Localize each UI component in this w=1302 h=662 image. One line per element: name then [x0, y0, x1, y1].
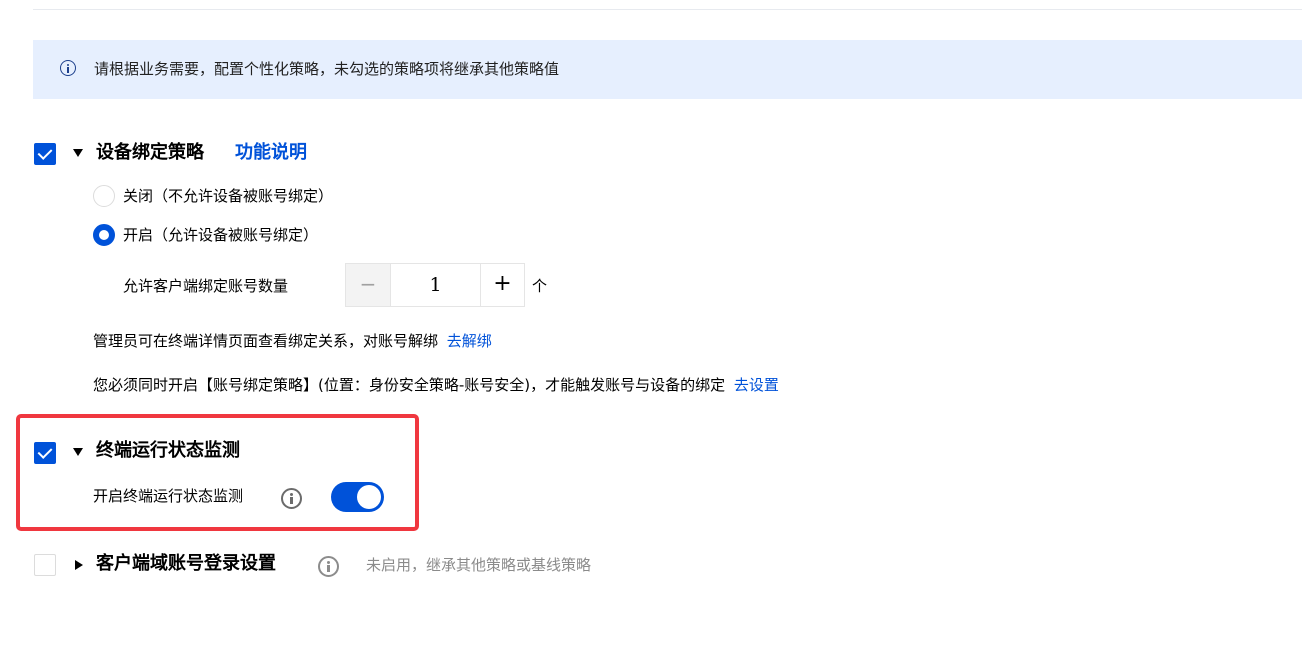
info-outline-icon [60, 60, 76, 76]
info-icon[interactable] [318, 556, 339, 577]
feature-help-link[interactable]: 功能说明 [235, 141, 307, 165]
admin-note-text: 管理员可在终端详情页面查看绑定关系，对账号解绑 [93, 332, 439, 350]
domain-login-title: 客户端域账号登录设置 [96, 553, 276, 574]
top-divider [33, 9, 1302, 10]
highlight-box [16, 414, 419, 531]
terminal-monitor-checkbox[interactable] [34, 442, 56, 464]
binding-count-label: 允许客户端绑定账号数量 [123, 277, 289, 295]
binding-count-stepper: − 1 + [345, 263, 525, 307]
unbind-link[interactable]: 去解绑 [447, 332, 492, 350]
binding-count-unit: 个 [532, 277, 548, 295]
stepper-plus-button[interactable]: + [480, 264, 524, 306]
admin-unbind-note: 管理员可在终端详情页面查看绑定关系，对账号解绑 去解绑 [93, 331, 492, 351]
domain-login-status: 未启用，继承其他策略或基线策略 [366, 556, 592, 574]
radio-binding-on-label[interactable]: 开启（允许设备被账号绑定） [123, 225, 318, 245]
caret-down-icon[interactable] [73, 448, 83, 456]
device-binding-title: 设备绑定策略 [96, 142, 204, 163]
caret-down-icon[interactable] [73, 149, 83, 157]
caret-right-icon[interactable] [75, 560, 83, 570]
toggle-knob [357, 485, 381, 509]
domain-login-checkbox[interactable] [34, 554, 56, 576]
banner-text: 请根据业务需要，配置个性化策略，未勾选的策略项将继承其他策略值 [94, 60, 560, 78]
require-note-text: 您必须同时开启【账号绑定策略】(位置：身份安全策略-账号安全)，才能触发账号与设… [93, 376, 726, 394]
info-icon[interactable] [281, 488, 302, 509]
stepper-value-input[interactable]: 1 [391, 264, 480, 306]
stepper-minus-button[interactable]: − [346, 264, 391, 306]
radio-binding-on[interactable] [93, 224, 115, 246]
terminal-monitor-toggle[interactable] [331, 482, 384, 512]
device-binding-checkbox[interactable] [34, 143, 56, 165]
radio-binding-off-label[interactable]: 关闭（不允许设备被账号绑定） [123, 186, 333, 206]
terminal-monitor-title: 终端运行状态监测 [96, 440, 240, 461]
terminal-monitor-toggle-label: 开启终端运行状态监测 [93, 487, 244, 505]
radio-binding-off[interactable] [93, 185, 115, 207]
go-settings-link[interactable]: 去设置 [734, 376, 779, 394]
info-banner: 请根据业务需要，配置个性化策略，未勾选的策略项将继承其他策略值 [33, 40, 1302, 99]
require-binding-note: 您必须同时开启【账号绑定策略】(位置：身份安全策略-账号安全)，才能触发账号与设… [93, 375, 779, 395]
